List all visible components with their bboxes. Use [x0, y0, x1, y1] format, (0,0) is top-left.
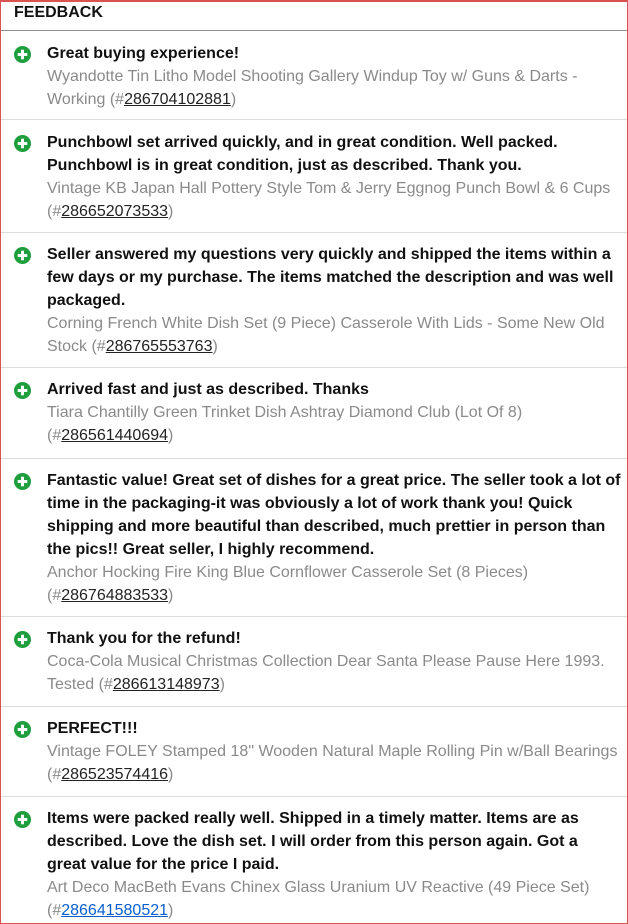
- item-number-link[interactable]: 286523574416: [61, 766, 168, 783]
- feedback-comment: PERFECT!!!: [47, 720, 138, 737]
- item-number-link[interactable]: 286765553763: [106, 338, 213, 355]
- feedback-item-title: Art Deco MacBeth Evans Chinex Glass Uran…: [47, 879, 590, 919]
- feedback-comment: Fantastic value! Great set of dishes for…: [47, 472, 621, 558]
- feedback-entry: Items were packed really well. Shipped i…: [1, 797, 627, 924]
- feedback-entry: PERFECT!!! Vintage FOLEY Stamped 18" Woo…: [1, 707, 627, 797]
- feedback-entry: Punchbowl set arrived quickly, and in gr…: [1, 120, 627, 233]
- feedback-item-title: Tiara Chantilly Green Trinket Dish Ashtr…: [47, 404, 523, 444]
- feedback-comment: Punchbowl set arrived quickly, and in gr…: [47, 134, 558, 174]
- feedback-entry: Arrived fast and just as described. Than…: [1, 368, 627, 459]
- feedback-title: FEEDBACK: [14, 4, 103, 21]
- item-number-link[interactable]: 286561440694: [61, 427, 168, 444]
- feedback-item-title: Corning French White Dish Set (9 Piece) …: [47, 315, 605, 355]
- feedback-item-title: Anchor Hocking Fire King Blue Cornflower…: [47, 564, 529, 604]
- item-number-link[interactable]: 286704102881: [124, 91, 231, 108]
- plus-circle-icon: [14, 473, 31, 490]
- feedback-comment: Thank you for the refund!: [47, 630, 241, 647]
- feedback-header: FEEDBACK: [1, 2, 627, 31]
- feedback-item-title: Coca-Cola Musical Christmas Collection D…: [47, 653, 605, 693]
- item-number-link[interactable]: 286764883533: [61, 587, 168, 604]
- feedback-comment: Great buying experience!: [47, 45, 240, 62]
- item-number-link[interactable]: 286613148973: [113, 676, 220, 693]
- feedback-entry: Thank you for the refund! Coca-Cola Musi…: [1, 617, 627, 707]
- feedback-item-title: Wyandotte Tin Litho Model Shooting Galle…: [47, 68, 578, 108]
- item-number-link[interactable]: 286652073533: [61, 203, 168, 220]
- plus-circle-icon: [14, 382, 31, 399]
- feedback-comment: Arrived fast and just as described. Than…: [47, 381, 369, 398]
- plus-circle-icon: [14, 46, 31, 63]
- feedback-comment: Items were packed really well. Shipped i…: [47, 810, 579, 873]
- plus-circle-icon: [14, 811, 31, 828]
- plus-circle-icon: [14, 135, 31, 152]
- plus-circle-icon: [14, 631, 31, 648]
- plus-circle-icon: [14, 247, 31, 264]
- feedback-entry: Great buying experience! Wyandotte Tin L…: [1, 31, 627, 120]
- feedback-panel: FEEDBACK Great buying experience! Wyando…: [0, 0, 628, 924]
- feedback-entry: Seller answered my questions very quickl…: [1, 233, 627, 368]
- feedback-item-title: Vintage FOLEY Stamped 18" Wooden Natural…: [47, 743, 618, 783]
- plus-circle-icon: [14, 721, 31, 738]
- feedback-entry: Fantastic value! Great set of dishes for…: [1, 459, 627, 617]
- item-number-link[interactable]: 286641580521: [61, 902, 168, 919]
- feedback-item-title: Vintage KB Japan Hall Pottery Style Tom …: [47, 180, 611, 220]
- feedback-comment: Seller answered my questions very quickl…: [47, 246, 614, 309]
